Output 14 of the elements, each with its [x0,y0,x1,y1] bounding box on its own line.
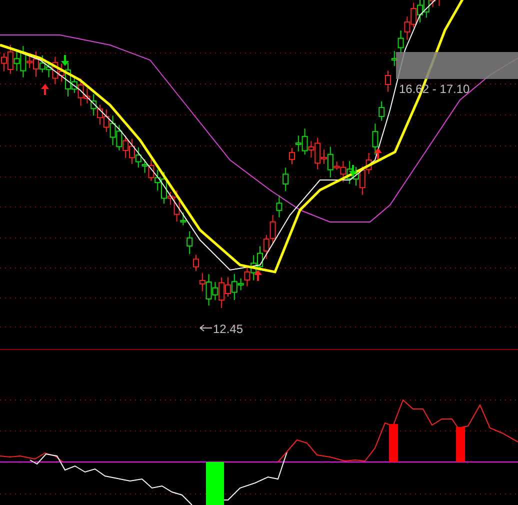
candlestick [378,100,385,122]
indicator-bar [206,462,224,505]
indicator-bar [456,427,465,462]
candlestick [282,167,289,192]
up-arrow-icon [374,148,382,159]
candlestick [438,0,440,6]
up-arrow-icon [254,270,262,281]
candlestick [385,70,391,92]
leader-arrow-icon [200,324,212,332]
up-arrow-icon [41,84,49,95]
low-price-label: 12.45 [213,322,244,336]
down-arrow-icon [61,55,69,66]
indicator-bar [389,424,398,462]
down-arrow-icon [349,165,357,176]
